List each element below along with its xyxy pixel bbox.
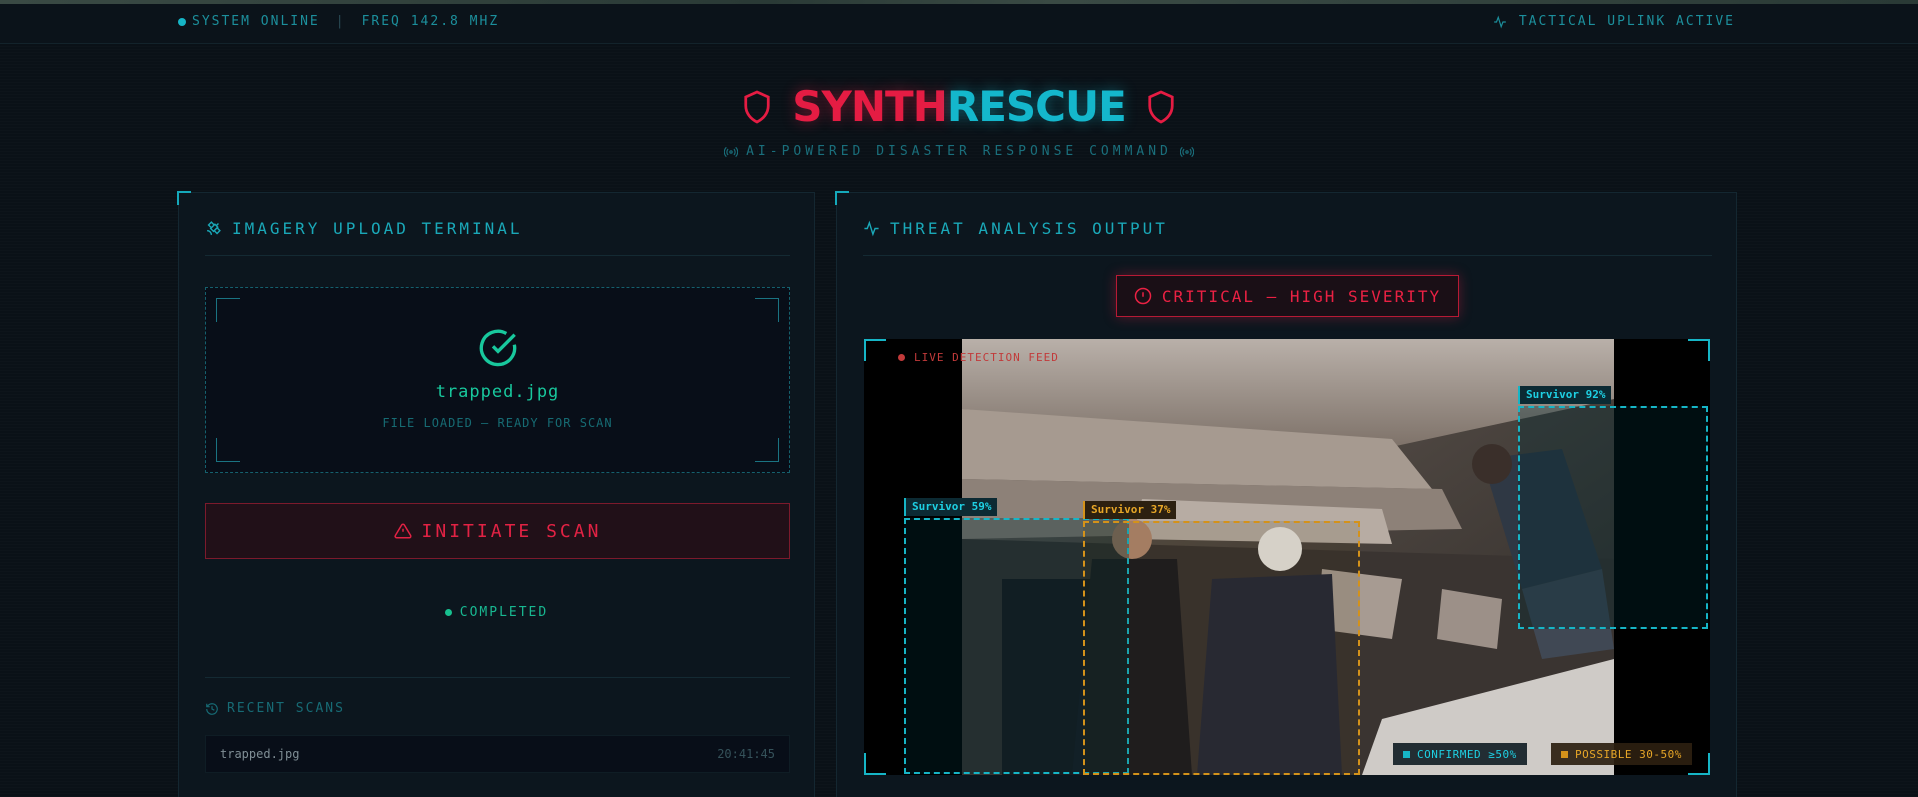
panel-corner	[835, 191, 849, 205]
detection-box[interactable]: Survivor 92%	[1518, 386, 1708, 629]
detection-box[interactable]: Survivor 37%	[1083, 501, 1360, 775]
legend-confirmed-label: CONFIRMED ≥50%	[1417, 747, 1517, 761]
detection-label: Survivor 37%	[1083, 501, 1177, 519]
status-bar: SYSTEM ONLINE | FREQ 142.8 MHZ TACTICAL …	[0, 4, 1918, 44]
app-subtitle: AI-POWERED DISASTER RESPONSE COMMAND	[0, 144, 1918, 159]
system-status: SYSTEM ONLINE	[192, 14, 320, 29]
panel-corner	[177, 191, 191, 205]
detection-label: Survivor 92%	[1518, 386, 1612, 404]
check-circle-icon	[479, 329, 517, 367]
alert-circle-icon	[1134, 287, 1152, 305]
upload-panel: IMAGERY UPLOAD TERMINAL trapped.jpg FILE…	[177, 191, 815, 797]
record-dot-icon	[898, 354, 905, 361]
analysis-panel: THREAT ANALYSIS OUTPUT CRITICAL — HIGH S…	[835, 191, 1737, 797]
frequency-readout: FREQ 142.8 MHZ	[361, 14, 500, 29]
app-title: SYNTH RESCUE	[0, 82, 1918, 131]
viewer-corner	[864, 339, 886, 361]
satellite-icon	[206, 221, 221, 236]
initiate-scan-button[interactable]: INITIATE SCAN	[205, 503, 790, 559]
status-separator: |	[335, 14, 346, 29]
detection-label: Survivor 59%	[904, 498, 998, 516]
scan-state-label: COMPLETED	[459, 605, 549, 620]
subtitle-text: AI-POWERED DISASTER RESPONSE COMMAND	[746, 144, 1172, 159]
header-divider	[863, 255, 1712, 256]
possible-swatch	[1561, 750, 1568, 758]
analysis-panel-header: THREAT ANALYSIS OUTPUT	[863, 219, 1168, 238]
detection-viewer: LIVE DETECTION FEED Survivor 92% Survivo…	[864, 339, 1710, 775]
recent-scans-header: RECENT SCANS	[205, 701, 345, 716]
recent-scan-item[interactable]: trapped.jpg 20:41:45	[205, 735, 790, 773]
status-left: SYSTEM ONLINE | FREQ 142.8 MHZ	[178, 14, 499, 29]
online-dot-icon	[178, 17, 186, 26]
legend-possible-label: POSSIBLE 30-50%	[1575, 747, 1682, 761]
severity-label: CRITICAL — HIGH SEVERITY	[1161, 286, 1442, 306]
status-right: TACTICAL UPLINK ACTIVE	[1493, 14, 1735, 29]
uplink-status: TACTICAL UPLINK ACTIVE	[1518, 14, 1735, 29]
loaded-file-name: trapped.jpg	[435, 382, 560, 402]
dropzone-corner	[216, 298, 240, 322]
legend-confirmed: CONFIRMED ≥50%	[1393, 743, 1527, 765]
confirmed-swatch	[1403, 750, 1410, 758]
header-divider	[205, 255, 790, 256]
live-feed-label: LIVE DETECTION FEED	[914, 351, 1059, 364]
severity-badge: CRITICAL — HIGH SEVERITY	[1116, 275, 1459, 317]
shield-icon	[744, 89, 770, 124]
scan-state: COMPLETED	[179, 605, 814, 620]
file-status: FILE LOADED — READY FOR SCAN	[382, 416, 613, 430]
upload-panel-title: IMAGERY UPLOAD TERMINAL	[232, 219, 523, 238]
recent-scans-title: RECENT SCANS	[227, 701, 345, 716]
live-feed-indicator: LIVE DETECTION FEED	[898, 351, 1059, 364]
pulse-icon	[864, 220, 879, 237]
dropzone-corner	[755, 298, 779, 322]
viewer-corner	[864, 753, 886, 775]
analysis-panel-title: THREAT ANALYSIS OUTPUT	[890, 219, 1168, 238]
upload-panel-header: IMAGERY UPLOAD TERMINAL	[205, 219, 523, 238]
history-icon	[206, 702, 218, 715]
dropzone-corner	[216, 438, 240, 462]
title-rescue: RESCUE	[946, 82, 1127, 131]
viewer-corner	[1688, 339, 1710, 361]
recent-scan-time: 20:41:45	[717, 747, 775, 761]
dropzone-corner	[755, 438, 779, 462]
radio-waves-icon	[724, 146, 739, 157]
status-dot-icon	[444, 609, 452, 616]
shield-icon	[1148, 89, 1174, 124]
file-dropzone[interactable]: trapped.jpg FILE LOADED — READY FOR SCAN	[205, 287, 790, 473]
scan-button-label: INITIATE SCAN	[421, 520, 602, 542]
recent-divider	[205, 677, 790, 678]
legend-possible: POSSIBLE 30-50%	[1551, 743, 1692, 765]
warning-triangle-icon	[393, 523, 412, 539]
recent-scan-name: trapped.jpg	[220, 747, 300, 761]
radio-waves-icon	[1179, 146, 1194, 157]
pulse-icon	[1493, 15, 1506, 28]
title-synth: SYNTH	[792, 82, 948, 131]
